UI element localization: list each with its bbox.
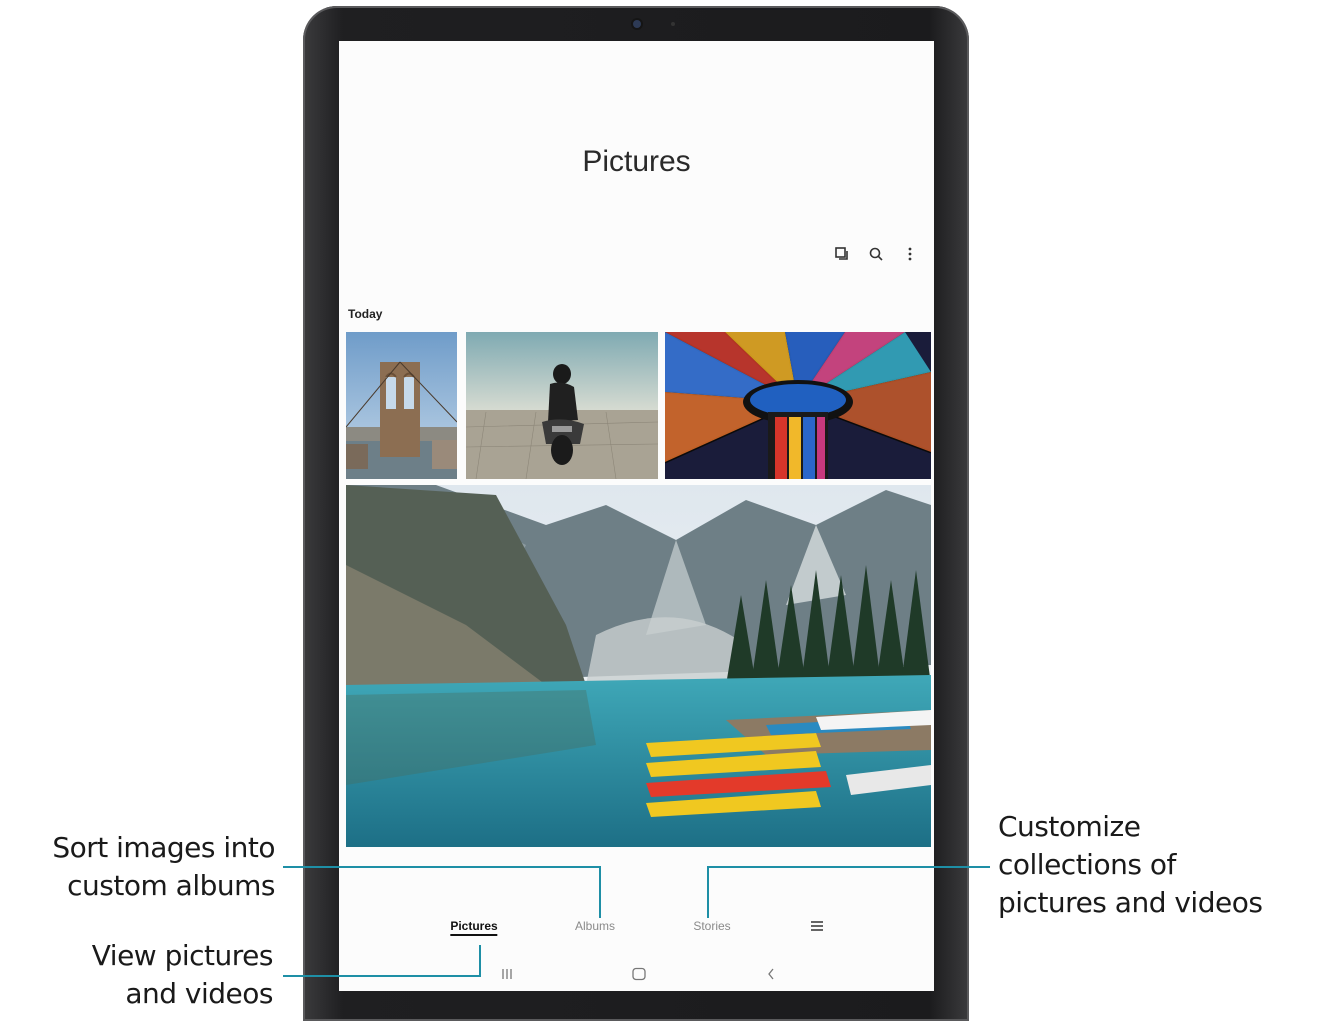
bottom-navigation: Pictures Albums Stories [339,919,934,945]
section-label-today: Today [348,307,383,321]
pictures-callout: View pictures and videos [10,937,274,1013]
back-icon[interactable] [766,967,776,986]
pictures-callout-connector [479,945,481,977]
recents-icon[interactable] [500,967,514,986]
pictures-callout-line2: and videos [125,977,273,1010]
stories-callout-line3: pictures and videos [998,886,1263,919]
front-camera [633,20,641,28]
albums-callout-line [283,866,600,868]
home-icon[interactable] [631,967,647,986]
system-navigation-bar [339,967,934,987]
albums-callout: Sort images into custom albums [10,829,275,905]
tab-pictures[interactable]: Pictures [450,919,498,936]
gallery-screen: Pictures Today Pictures Albums Stories [339,41,934,991]
stories-callout-line [708,866,990,868]
albums-callout-line2: custom albums [67,869,275,902]
pictures-callout-line1: View pictures [91,939,274,972]
tab-stories[interactable]: Stories [693,919,730,933]
stories-callout-connector [707,866,709,918]
page-title: Pictures [582,145,691,178]
menu-icon[interactable] [810,919,824,938]
select-icon[interactable] [832,244,852,264]
motorcycle-photo[interactable] [466,332,658,479]
albums-callout-line1: Sort images into [52,831,275,864]
toolbar [832,244,920,264]
tab-albums[interactable]: Albums [575,919,615,933]
stories-callout: Customize collections of pictures and vi… [998,808,1328,922]
light-sensor [671,22,675,26]
lake-mountains-photo[interactable] [346,485,931,847]
bridge-photo[interactable] [346,332,457,479]
search-icon[interactable] [866,244,886,264]
more-options-icon[interactable] [900,244,920,264]
albums-callout-connector [599,866,601,918]
pictures-callout-line [283,975,480,977]
stories-callout-line2: collections of [998,848,1176,881]
stories-callout-line1: Customize [998,810,1141,843]
stained-glass-photo[interactable] [665,332,931,479]
